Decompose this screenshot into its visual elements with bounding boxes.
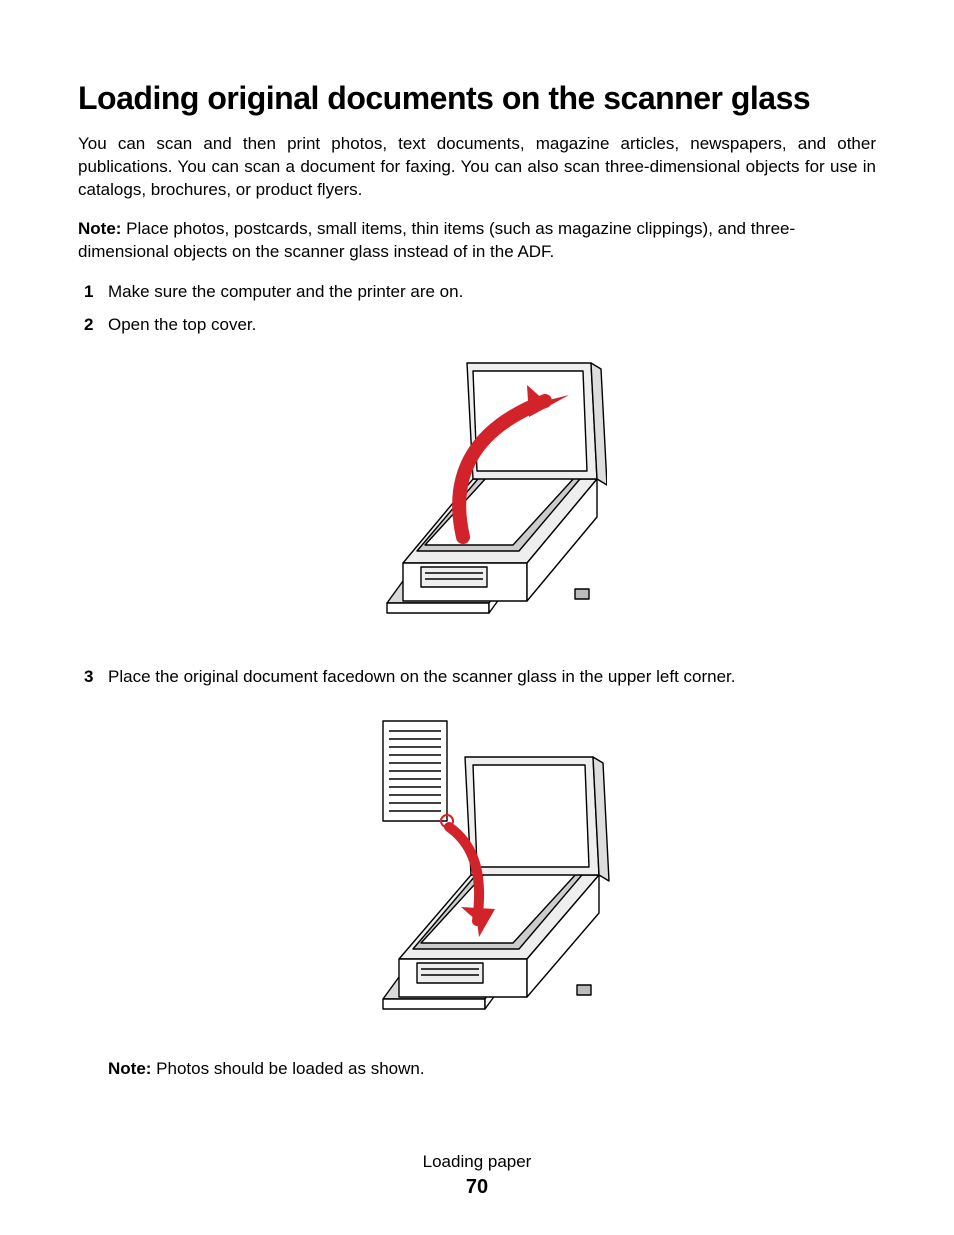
- steps-list: 1 Make sure the computer and the printer…: [78, 281, 876, 1081]
- step-number: 3: [84, 666, 93, 689]
- sub-note: Note: Photos should be loaded as shown.: [108, 1058, 876, 1081]
- footer-section-label: Loading paper: [0, 1152, 954, 1172]
- page-title: Loading original documents on the scanne…: [78, 80, 876, 117]
- note-label: Note:: [78, 219, 121, 238]
- figure-place-document: [108, 703, 876, 1040]
- sub-note-body: Photos should be loaded as shown.: [151, 1059, 424, 1078]
- note-label: Note:: [108, 1059, 151, 1078]
- intro-paragraph: You can scan and then print photos, text…: [78, 133, 876, 202]
- figure-open-cover: [108, 351, 876, 648]
- list-item: 1 Make sure the computer and the printer…: [108, 281, 876, 304]
- step-text: Place the original document facedown on …: [108, 667, 736, 686]
- step-text: Open the top cover.: [108, 315, 256, 334]
- printer-place-document-icon: [367, 703, 617, 1033]
- document-page: Loading original documents on the scanne…: [0, 0, 954, 1235]
- list-item: 2 Open the top cover.: [108, 314, 876, 648]
- step-number: 2: [84, 314, 93, 337]
- step-number: 1: [84, 281, 93, 304]
- printer-open-cover-icon: [377, 351, 607, 641]
- note-paragraph: Note: Place photos, postcards, small ite…: [78, 218, 876, 264]
- page-footer: Loading paper 70: [0, 1152, 954, 1199]
- footer-page-number: 70: [0, 1176, 954, 1199]
- step-text: Make sure the computer and the printer a…: [108, 282, 463, 301]
- note-body: Place photos, postcards, small items, th…: [78, 219, 795, 261]
- list-item: 3 Place the original document facedown o…: [108, 666, 876, 1081]
